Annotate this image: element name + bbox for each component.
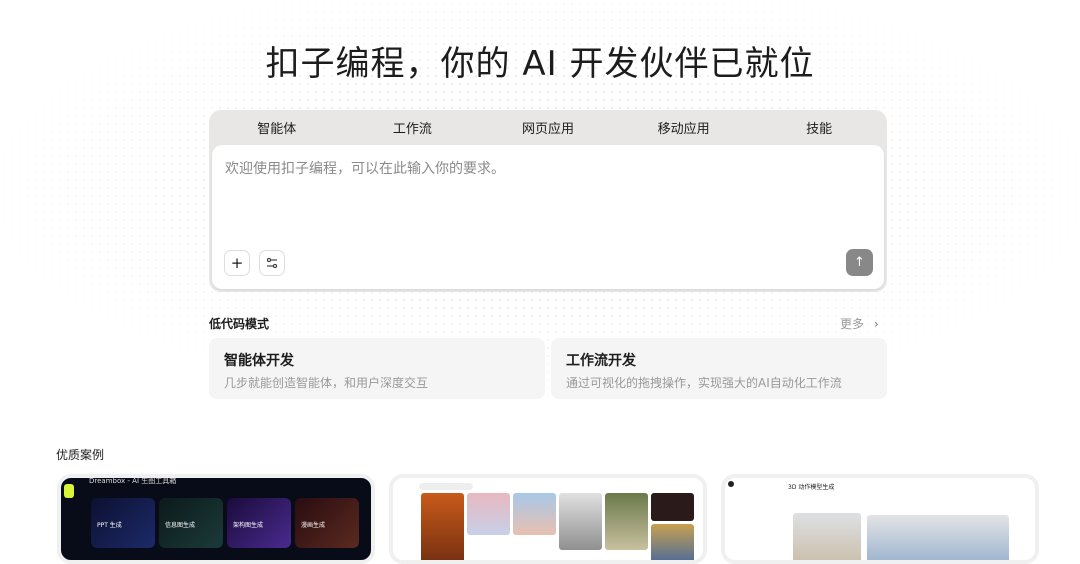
logo-icon <box>64 484 74 498</box>
prompt-panel: 智能体 工作流 网页应用 移动应用 技能 欢迎使用扣子编程，可以在此输入你的要求… <box>209 110 887 292</box>
workflow-dev-card[interactable]: 工作流开发 通过可视化的拖拽操作，实现强大的AI自动化工作流 <box>551 338 887 399</box>
logo-icon <box>728 481 734 487</box>
tool-tile: 漫画生成 <box>295 498 359 548</box>
card-title: 智能体开发 <box>224 353 294 369</box>
tab-mobile-app[interactable]: 移动应用 <box>616 118 752 137</box>
tab-web-app[interactable]: 网页应用 <box>480 118 616 137</box>
case-card-dreambox[interactable]: Dreambox - AI 生图工具箱 PPT 生成 信息图生成 架构图生成 漫… <box>57 474 375 564</box>
search-bar <box>419 483 473 490</box>
send-button[interactable]: ↑ <box>846 249 873 276</box>
page-title: 扣子编程，你的 AI 开发伙伴已就位 <box>265 44 815 84</box>
case-card-3d-model[interactable]: 3D 动作模型生成 <box>721 474 1039 564</box>
lowcode-title: 低代码模式 <box>209 317 270 331</box>
agent-dev-card[interactable]: 智能体开发 几步就能创造智能体，和用户深度交互 <box>209 338 545 399</box>
settings-button[interactable] <box>259 250 285 276</box>
case-title: Dreambox - AI 生图工具箱 <box>89 477 177 485</box>
prompt-input[interactable]: 欢迎使用扣子编程，可以在此输入你的要求。 + ↑ <box>212 145 884 289</box>
card-title: 工作流开发 <box>566 353 636 369</box>
plus-icon: + <box>230 254 244 272</box>
gallery-image <box>651 493 694 521</box>
gallery-image <box>467 493 510 535</box>
tab-skill[interactable]: 技能 <box>751 118 887 137</box>
model-image <box>867 515 1009 560</box>
gallery-image <box>605 493 648 550</box>
tool-tile: 信息图生成 <box>159 498 223 548</box>
prompt-placeholder: 欢迎使用扣子编程，可以在此输入你的要求。 <box>225 161 505 177</box>
gallery-image <box>421 493 464 560</box>
sliders-icon <box>266 257 278 269</box>
tool-tile: 架构图生成 <box>227 498 291 548</box>
chevron-right-icon: › <box>874 317 879 331</box>
more-link[interactable]: 更多 › <box>840 315 879 332</box>
cases-title: 优质案例 <box>56 448 105 462</box>
tab-workflow[interactable]: 工作流 <box>345 118 481 137</box>
arrow-up-icon: ↑ <box>854 255 865 270</box>
tab-agent[interactable]: 智能体 <box>209 118 345 137</box>
mode-tabs: 智能体 工作流 网页应用 移动应用 技能 <box>209 110 887 145</box>
more-label: 更多 <box>840 317 865 331</box>
case-title: 3D 动作模型生成 <box>788 484 835 491</box>
gallery-image <box>651 524 694 560</box>
gallery-image <box>513 493 556 535</box>
card-desc: 通过可视化的拖拽操作，实现强大的AI自动化工作流 <box>566 376 842 390</box>
tool-tile: PPT 生成 <box>91 498 155 548</box>
preview-image <box>793 513 861 560</box>
add-button[interactable]: + <box>224 250 250 276</box>
gallery-image <box>559 493 602 550</box>
card-desc: 几步就能创造智能体，和用户深度交互 <box>224 376 429 390</box>
case-card-gallery[interactable] <box>389 474 707 564</box>
